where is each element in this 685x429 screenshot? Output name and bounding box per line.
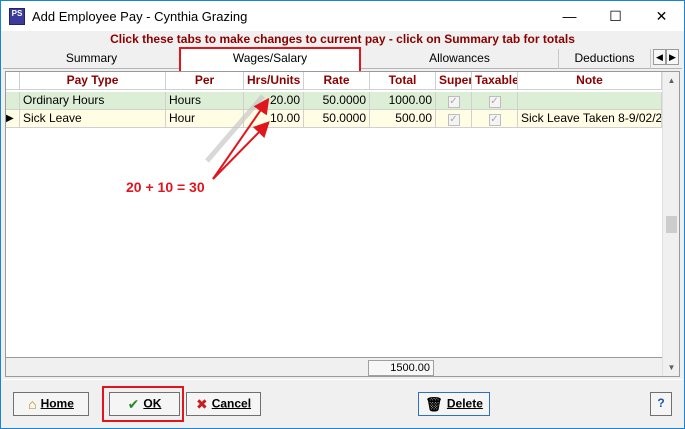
scrollbar-thumb[interactable] — [666, 216, 677, 233]
scroll-up-icon[interactable]: ▲ — [663, 72, 680, 89]
title-bar: PS Add Employee Pay - Cynthia Grazing — … — [1, 1, 684, 31]
header-indicator-cell — [6, 72, 20, 90]
home-button[interactable]: ⌂ Home — [13, 392, 89, 416]
tab-bar: Summary Allowances Deductions Wages/Sala… — [3, 47, 682, 73]
table-row-sick-leave[interactable]: ▶ Sick Leave Hour 10.00 50.0000 500.00 ✓… — [6, 110, 662, 128]
app-logo-icon: PS — [9, 8, 25, 25]
column-header-taxable[interactable]: Taxable — [472, 72, 518, 90]
table-row-ordinary-hours[interactable]: Ordinary Hours Hours 20.00 50.0000 1000.… — [6, 92, 662, 110]
cancel-button-label: Cancel — [211, 396, 252, 411]
home-button-label: Home — [40, 396, 74, 411]
rate-cell[interactable]: 50.0000 — [304, 110, 370, 128]
pay-type-cell[interactable]: Sick Leave — [20, 110, 166, 128]
add-employee-pay-window: PS Add Employee Pay - Cynthia Grazing — … — [0, 0, 685, 429]
column-header-note[interactable]: Note — [518, 72, 662, 90]
ok-button-label: OK — [143, 396, 162, 411]
delete-button[interactable]: 🗑 Delete — [418, 392, 490, 416]
grid-footer-totals: 1500.00 — [6, 357, 662, 376]
row-indicator-cell[interactable] — [6, 92, 20, 110]
minimize-button[interactable]: — — [547, 1, 592, 31]
column-header-hrs-units[interactable]: Hrs/Units — [244, 72, 304, 90]
per-cell[interactable]: Hour — [166, 110, 244, 128]
help-question-icon: ? — [657, 396, 665, 410]
grid-header-row: Pay Type Per Hrs/Units Rate Total Super … — [6, 72, 662, 90]
column-header-total[interactable]: Total — [370, 72, 436, 90]
grand-total-value: 1500.00 — [368, 360, 434, 376]
tab-deductions[interactable]: Deductions — [559, 49, 651, 69]
wages-grid: Pay Type Per Hrs/Units Rate Total Super … — [5, 71, 680, 377]
pay-type-cell[interactable]: Ordinary Hours — [20, 92, 166, 110]
help-button[interactable]: ? — [650, 392, 672, 416]
tab-scroll-left-icon[interactable]: ◀ — [653, 49, 666, 65]
hrs-units-cell[interactable]: 10.00 — [244, 110, 304, 128]
total-cell[interactable]: 500.00 — [370, 110, 436, 128]
button-bar: ⌂ Home ✔ OK ✖ Cancel 🗑 Delete ? — [3, 379, 682, 426]
checkmark-icon: ✔ — [127, 395, 140, 412]
tab-hint-banner: Click these tabs to make changes to curr… — [3, 32, 682, 46]
hrs-units-cell[interactable]: 20.00 — [244, 92, 304, 110]
note-cell[interactable] — [518, 92, 662, 110]
super-cell[interactable]: ✓ — [436, 92, 472, 110]
maximize-button[interactable]: ☐ — [593, 1, 638, 31]
super-cell[interactable]: ✓ — [436, 110, 472, 128]
taxable-cell[interactable]: ✓ — [472, 92, 518, 110]
taxable-checkbox-icon[interactable]: ✓ — [488, 96, 501, 108]
current-row-pointer-icon[interactable]: ▶ — [6, 110, 20, 128]
per-cell[interactable]: Hours — [166, 92, 244, 110]
window-title: Add Employee Pay - Cynthia Grazing — [32, 9, 248, 24]
cancel-x-icon: ✖ — [195, 395, 208, 412]
ok-button[interactable]: ✔ OK — [109, 392, 180, 416]
hours-sum-annotation: 20 + 10 = 30 — [126, 179, 205, 195]
column-header-rate[interactable]: Rate — [304, 72, 370, 90]
tab-allowances[interactable]: Allowances — [361, 49, 559, 69]
trash-icon: 🗑 — [425, 395, 443, 412]
tab-summary[interactable]: Summary — [3, 49, 181, 69]
taxable-cell[interactable]: ✓ — [472, 110, 518, 128]
scroll-down-icon[interactable]: ▼ — [663, 359, 680, 376]
vertical-scrollbar[interactable]: ▲ ▼ — [662, 72, 679, 376]
tab-wages-salary[interactable]: Wages/Salary — [179, 47, 361, 73]
column-header-super[interactable]: Super — [436, 72, 472, 90]
tab-scroll-buttons: ◀ ▶ — [653, 49, 681, 65]
grid-body: Pay Type Per Hrs/Units Rate Total Super … — [6, 72, 662, 376]
tab-scroll-right-icon[interactable]: ▶ — [666, 49, 679, 65]
total-cell[interactable]: 1000.00 — [370, 92, 436, 110]
note-cell[interactable]: Sick Leave Taken 8-9/02/2021 — [518, 110, 662, 128]
super-checkbox-icon[interactable]: ✓ — [447, 96, 460, 108]
close-button[interactable]: ✕ — [639, 1, 684, 31]
rate-cell[interactable]: 50.0000 — [304, 92, 370, 110]
column-header-pay-type[interactable]: Pay Type — [20, 72, 166, 90]
cancel-button[interactable]: ✖ Cancel — [186, 392, 261, 416]
taxable-checkbox-icon[interactable]: ✓ — [488, 114, 501, 126]
home-icon: ⌂ — [28, 395, 37, 412]
super-checkbox-icon[interactable]: ✓ — [447, 114, 460, 126]
delete-button-label: Delete — [446, 396, 483, 411]
column-header-per[interactable]: Per — [166, 72, 244, 90]
